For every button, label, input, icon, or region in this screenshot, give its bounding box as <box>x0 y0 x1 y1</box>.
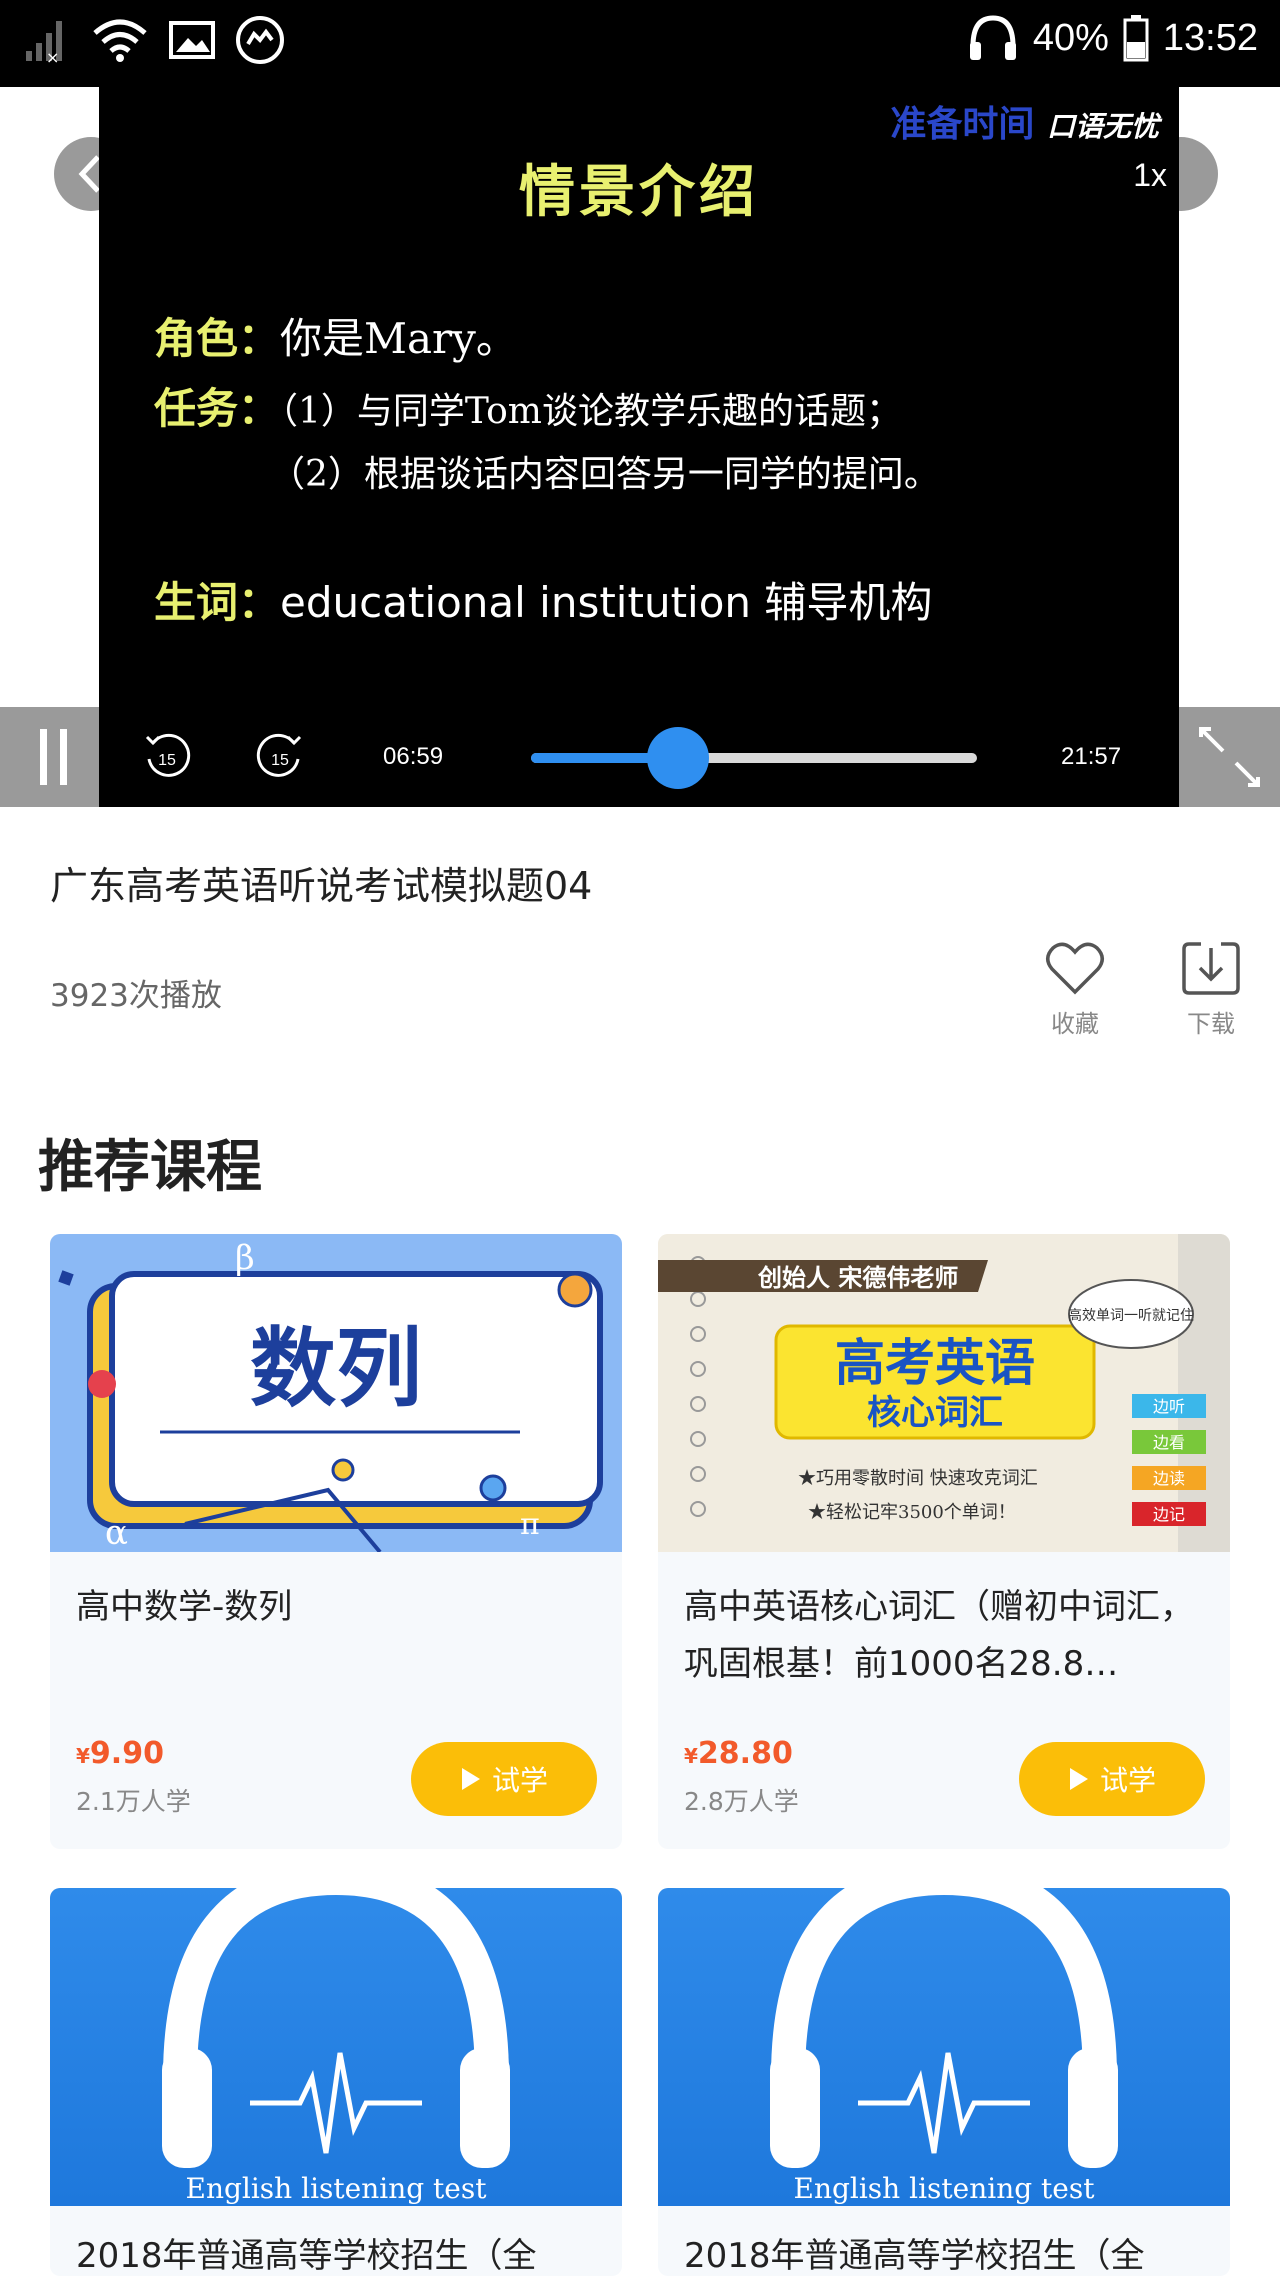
svg-text:α: α <box>105 1513 128 1552</box>
download-icon <box>1182 942 1240 995</box>
slide-task-label: 任务： <box>154 384 281 433</box>
signal-icon: × <box>26 21 62 65</box>
course-price: ¥28.80 <box>684 1736 793 1771</box>
play-icon <box>461 1768 480 1790</box>
course-title: 高中数学-数列 <box>76 1587 293 1627</box>
course-price: ¥9.90 <box>76 1736 164 1771</box>
recommend-section-title: 推荐课程 <box>38 1135 262 1200</box>
vocab-cover-line1: ★巧用零散时间 快速攻克词汇 <box>798 1468 1038 1489</box>
svg-text:π: π <box>520 1507 540 1542</box>
course-title: 2018年普通高等学校招生（全 <box>684 2236 1145 2276</box>
favorite-label: 收藏 <box>1051 1010 1099 1038</box>
image-icon <box>169 21 215 59</box>
wifi-icon <box>93 19 147 62</box>
pause-icon <box>40 729 67 785</box>
course-card-listening-2[interactable]: English listening test 2018年普通高等学校招生（全 <box>658 1888 1230 2276</box>
headphones-cover-illustration: English listening test <box>162 1888 510 2205</box>
download-button[interactable]: 下载 <box>1171 940 1251 1039</box>
course-cover-math: β α π 数列 <box>50 1234 622 1552</box>
vocab-cover-tag: 边读 <box>1153 1469 1185 1488</box>
video-slide: 准备时间 口语无忧 情景介绍 角色：你是Mary。 任务：（1）与同学Tom谈论… <box>99 87 1179 707</box>
vocab-cover-bubble: 高效单词一听就记住 <box>1068 1307 1194 1324</box>
battery-percent: 40% <box>1032 16 1109 59</box>
rewind-15-icon[interactable]: 15 <box>139 729 195 785</box>
course-learners: 2.8万人学 <box>684 1787 799 1816</box>
try-learn-button[interactable]: 试学 <box>1019 1742 1205 1816</box>
vocab-cover-title: 高考英语 <box>835 1334 1035 1392</box>
vocab-cover-banner: 创始人 宋德伟老师 <box>757 1264 958 1292</box>
video-frame[interactable]: 准备时间 口语无忧 情景介绍 角色：你是Mary。 任务：（1）与同学Tom谈论… <box>99 87 1179 807</box>
app-notification-icon <box>236 16 284 64</box>
forward-15-icon[interactable]: 15 <box>252 729 308 785</box>
course-title: 高中英语核心词汇（赠初中词汇，巩固根基！前1000名28.8… <box>684 1587 1194 1684</box>
clock: 13:52 <box>1162 16 1258 59</box>
fullscreen-icon <box>1199 727 1260 787</box>
vocab-cover-line2: ★轻松记牢3500个单词！ <box>808 1502 1016 1523</box>
slide-title: 情景介绍 <box>519 159 759 225</box>
status-bar: × 40% 13:52 <box>0 0 1280 87</box>
math-cover-illustration: β α π 数列 <box>58 1238 603 1552</box>
slide-role-text: 你是Mary。 <box>280 314 518 363</box>
svg-text:×: × <box>46 48 59 65</box>
slide-role-label: 角色： <box>154 314 281 363</box>
course-cover-english-vocab: 创始人 宋德伟老师 高考英语 核心词汇 高效单词一听就记住 ★巧用零散时间 快速… <box>658 1234 1230 1552</box>
headphones-cover-illustration: English listening test <box>770 1888 1118 2205</box>
course-learners: 2.1万人学 <box>76 1787 191 1816</box>
slide-task-line2: （2）根据谈话内容回答另一同学的提问。 <box>269 454 940 495</box>
try-learn-button[interactable]: 试学 <box>411 1742 597 1816</box>
lesson-title: 广东高考英语听说考试模拟题04 <box>50 864 593 908</box>
forward-seconds: 15 <box>271 752 289 769</box>
slide-corner-text: 准备时间 <box>890 104 1035 145</box>
slide-task-line1: （1）与同学Tom谈论教学乐趣的话题； <box>280 391 902 432</box>
course-title: 2018年普通高等学校招生（全 <box>76 2236 537 2276</box>
vocab-cover-tag: 边听 <box>1153 1397 1185 1416</box>
progress-thumb[interactable] <box>647 727 710 789</box>
fullscreen-button[interactable] <box>1179 707 1280 807</box>
vocab-cover-illustration: 创始人 宋德伟老师 高考英语 核心词汇 高效单词一听就记住 ★巧用零散时间 快速… <box>658 1234 1230 1552</box>
favorite-button[interactable]: 收藏 <box>1035 940 1115 1039</box>
headphones-icon <box>969 15 1016 60</box>
heart-icon <box>1046 942 1104 995</box>
pause-button[interactable] <box>0 707 99 807</box>
current-time: 06:59 <box>383 743 444 770</box>
course-card-math[interactable]: β α π 数列 高中数学-数列 ¥9.90 2.1万人学 试学 <box>50 1234 622 1849</box>
course-cover-listening: English listening test <box>50 1888 622 2206</box>
listening-cover-text: English listening test <box>186 2172 488 2205</box>
listening-cover-text: English listening test <box>794 2172 1096 2205</box>
total-time: 21:57 <box>1061 743 1122 770</box>
svg-text:β: β <box>235 1238 255 1278</box>
vocab-cover-subtitle: 核心词汇 <box>867 1393 1003 1433</box>
slide-logo: 口语无忧 <box>1046 110 1159 143</box>
rewind-seconds: 15 <box>158 752 176 769</box>
vocab-cover-tag: 边记 <box>1153 1505 1185 1524</box>
course-card-listening-1[interactable]: English listening test 2018年普通高等学校招生（全 <box>50 1888 622 2276</box>
course-card-english-vocab[interactable]: 创始人 宋德伟老师 高考英语 核心词汇 高效单词一听就记住 ★巧用零散时间 快速… <box>658 1234 1230 1849</box>
battery-icon <box>1123 15 1149 62</box>
vocab-cover-tag: 边看 <box>1153 1433 1185 1452</box>
play-count: 3923次播放 <box>50 978 222 1014</box>
download-label: 下载 <box>1187 1010 1235 1038</box>
progress-track[interactable] <box>531 727 977 789</box>
slide-vocab-label: 生词： <box>154 578 281 627</box>
play-icon <box>1069 1768 1088 1790</box>
player-controls: 15 15 06:59 21:57 <box>0 707 1280 807</box>
slide-vocab-text: educational institution 辅导机构 <box>280 578 933 627</box>
math-cover-text: 数列 <box>250 1319 422 1419</box>
video-player[interactable]: 准备时间 口语无忧 情景介绍 角色：你是Mary。 任务：（1）与同学Tom谈论… <box>0 87 1280 807</box>
playback-speed[interactable]: 1x <box>1133 157 1167 194</box>
course-cover-listening: English listening test <box>658 1888 1230 2206</box>
